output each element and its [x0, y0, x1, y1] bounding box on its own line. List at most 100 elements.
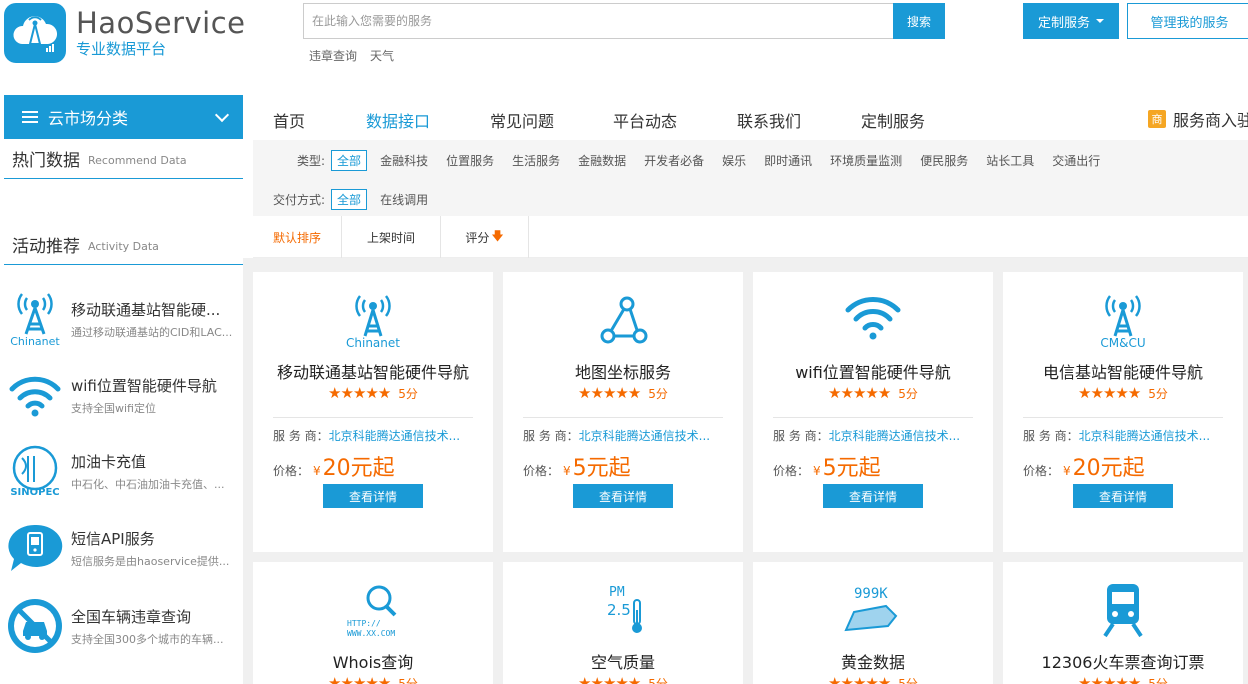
sort-bar: 默认排序 上架时间 评分 🡇 [253, 216, 1248, 258]
vendor-link[interactable]: 北京科能腾达通信技术... [829, 429, 960, 443]
view-details-button[interactable]: 查看详情 [1073, 484, 1173, 508]
caret-down-icon [1096, 19, 1104, 23]
activity-item[interactable]: SINOPEC 加油卡充值 中石化、中石油加油卡充值、... [4, 433, 243, 509]
activity-item-desc: 中石化、中石油加油卡充值、... [71, 477, 225, 491]
card-title[interactable]: 12306火车票查询订票 [1003, 649, 1243, 673]
service-card[interactable]: 12306火车票查询订票 ★★★★★ 5分 [1003, 562, 1243, 684]
activity-item-desc: 支持全国wifi定位 [71, 401, 156, 415]
brand-logo[interactable]: HaoService 专业数据平台 [4, 3, 246, 63]
card-title[interactable]: 电信基站智能硬件导航 [1003, 359, 1243, 383]
sort-default[interactable]: 默认排序 [253, 216, 342, 258]
category-menu-header[interactable]: 云市场分类 [4, 95, 243, 139]
activity-item[interactable]: Chinanet 移动联通基站智能硬... 通过移动联通基站的CID和LAC..… [4, 281, 243, 357]
vendor-link[interactable]: 北京科能腾达通信技术... [1079, 429, 1210, 443]
rating-stars: ★★★★★ 5分 [753, 384, 993, 402]
type-chip[interactable]: 便民服务 [915, 151, 973, 170]
vendor-settle-link[interactable]: 商 服务商入驻 [1148, 107, 1248, 131]
view-details-button[interactable]: 查看详情 [573, 484, 673, 508]
type-chip[interactable]: 娱乐 [717, 151, 751, 170]
sort-time[interactable]: 上架时间 [342, 216, 441, 258]
thermometer-icon: PM 2.5 [503, 582, 743, 640]
vendor-label: 服 务 商： [273, 429, 329, 443]
vendor-link[interactable]: 北京科能腾达通信技术... [329, 429, 460, 443]
rating-stars: ★★★★★ 5分 [753, 674, 993, 684]
type-chip[interactable]: 金融科技 [375, 151, 433, 170]
nav-data-api[interactable]: 数据接口 [366, 108, 430, 132]
svg-text:WWW.XX.COM: WWW.XX.COM [347, 629, 395, 638]
card-title[interactable]: Whois查询 [253, 649, 493, 673]
card-title[interactable]: 黄金数据 [753, 649, 993, 673]
nav-news[interactable]: 平台动态 [613, 108, 677, 132]
type-chip[interactable]: 开发者必备 [639, 151, 709, 170]
type-chip[interactable]: 位置服务 [441, 151, 499, 170]
type-chip[interactable]: 交通出行 [1047, 151, 1105, 170]
activity-heading: 活动推荐 Activity Data [4, 225, 243, 265]
vendor-label: 服 务 商： [1023, 429, 1079, 443]
star-icons: ★★★★★ [328, 674, 391, 684]
service-card[interactable]: PM 2.5 空气质量 ★★★★★ 5分 [503, 562, 743, 684]
manage-services-button[interactable]: 管理我的服务 [1127, 3, 1248, 39]
delivery-chip-all[interactable]: 全部 [331, 189, 368, 210]
type-chip[interactable]: 金融数据 [573, 151, 631, 170]
quick-link-weather[interactable]: 天气 [370, 47, 394, 64]
search-bar: 搜索 [303, 3, 945, 39]
rating-stars: ★★★★★ 5分 [503, 674, 743, 684]
service-card[interactable]: Chinanet 移动联通基站智能硬件导航 ★★★★★ 5分 服 务 商：北京科能… [253, 272, 493, 552]
vendor-settle-label: 服务商入驻 [1173, 111, 1248, 130]
delivery-chip-online[interactable]: 在线调用 [375, 190, 433, 209]
nav-custom[interactable]: 定制服务 [861, 108, 925, 132]
nav-contact[interactable]: 联系我们 [737, 108, 801, 132]
service-card[interactable]: 999K 黄金数据 ★★★★★ 5分 [753, 562, 993, 684]
star-icons: ★★★★★ [1078, 674, 1141, 684]
activity-item-desc: 支持全国300多个城市的车辆... [71, 632, 224, 646]
activity-item[interactable]: 全国车辆违章查询 支持全国300多个城市的车辆... [4, 588, 243, 664]
hot-data-title: 热门数据 [12, 151, 80, 171]
view-details-button[interactable]: 查看详情 [323, 484, 423, 508]
wifi-icon [4, 365, 66, 425]
type-chip[interactable]: 站长工具 [981, 151, 1039, 170]
service-card[interactable]: 地图坐标服务 ★★★★★ 5分 服 务 商：北京科能腾达通信技术... 价格： ¥5… [503, 272, 743, 552]
price-label: 价格： [773, 464, 810, 478]
type-chip[interactable]: 生活服务 [507, 151, 565, 170]
nav-home[interactable]: 首页 [273, 108, 305, 132]
card-icon-label: CM&CU [1100, 336, 1145, 348]
quick-link-violation[interactable]: 违章查询 [309, 47, 357, 64]
custom-service-dropdown[interactable]: 定制服务 [1023, 3, 1119, 39]
service-card[interactable]: CM&CU 电信基站智能硬件导航 ★★★★★ 5分 服 务 商：北京科能腾达通信技… [1003, 272, 1243, 552]
star-icons: ★★★★★ [578, 674, 641, 684]
type-chip[interactable]: 即时通讯 [759, 151, 817, 170]
type-chip[interactable]: 环境质量监测 [825, 151, 907, 170]
price-value: 20元起 [322, 456, 395, 481]
sort-rating[interactable]: 评分 🡇 [441, 216, 529, 258]
activity-item-name: 移动联通基站智能硬... [71, 300, 221, 319]
activity-title: 活动推荐 [12, 237, 80, 257]
type-chip-all[interactable]: 全部 [331, 150, 368, 171]
hot-data-subtitle: Recommend Data [88, 153, 187, 167]
star-icons: ★★★★★ [328, 384, 391, 402]
nav-faq[interactable]: 常见问题 [490, 108, 554, 132]
activity-item[interactable]: wifi位置智能硬件导航 支持全国wifi定位 [4, 357, 243, 433]
card-title[interactable]: 地图坐标服务 [503, 359, 743, 383]
menu-icon [22, 111, 38, 123]
rating-score: 5分 [648, 386, 668, 401]
currency-symbol: ¥ [563, 464, 571, 478]
activity-item-name: 加油卡充值 [71, 452, 147, 471]
card-title[interactable]: wifi位置智能硬件导航 [753, 359, 993, 383]
card-title[interactable]: 移动联通基站智能硬件导航 [253, 359, 493, 383]
rating-stars: ★★★★★ 5分 [253, 384, 493, 402]
rating-score: 5分 [898, 676, 918, 684]
train-icon [1003, 582, 1243, 640]
magnifier-icon: HTTP:// WWW.XX.COM [253, 582, 493, 640]
rating-score: 5分 [1148, 386, 1168, 401]
activity-item[interactable]: 短信API服务 短信服务是由haoservice提供... [4, 510, 243, 586]
service-card[interactable]: HTTP:// WWW.XX.COM Whois查询 ★★★★★ 5分 [253, 562, 493, 684]
search-button[interactable]: 搜索 [893, 3, 945, 39]
cell-tower-icon: Chinanet [253, 292, 493, 350]
view-details-button[interactable]: 查看详情 [823, 484, 923, 508]
activity-subtitle: Activity Data [88, 239, 159, 253]
search-input[interactable] [303, 3, 893, 39]
vendor-link[interactable]: 北京科能腾达通信技术... [579, 429, 710, 443]
card-title[interactable]: 空气质量 [503, 649, 743, 673]
service-card[interactable]: wifi位置智能硬件导航 ★★★★★ 5分 服 务 商：北京科能腾达通信技术...… [753, 272, 993, 552]
price-row: 价格： ¥5元起 [773, 450, 881, 482]
